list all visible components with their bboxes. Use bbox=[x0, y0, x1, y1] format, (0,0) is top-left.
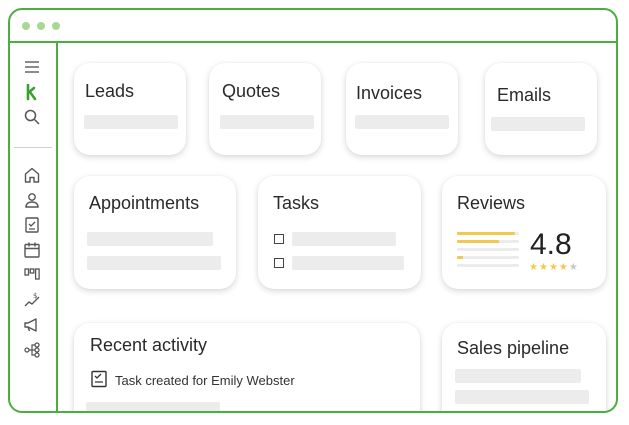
task-checkbox[interactable] bbox=[274, 258, 284, 268]
tasks-title: Tasks bbox=[273, 193, 320, 213]
star-icon: ★ bbox=[558, 262, 569, 273]
leads-card[interactable]: Leads bbox=[74, 63, 186, 155]
quotes-placeholder bbox=[220, 115, 314, 129]
star-icon: ★ bbox=[548, 262, 559, 273]
window-dot-maximize[interactable] bbox=[52, 22, 60, 30]
emails-title: Emails bbox=[497, 85, 552, 105]
search-icon[interactable] bbox=[22, 107, 42, 127]
appointments-title: Appointments bbox=[89, 193, 200, 213]
task-placeholder-1 bbox=[292, 232, 396, 246]
task-checkbox[interactable] bbox=[274, 234, 284, 244]
app-window: $ Leads Quotes Invoices Emails Appointme… bbox=[8, 8, 618, 413]
activity-placeholder bbox=[86, 402, 220, 411]
brand-logo-icon[interactable] bbox=[22, 82, 42, 102]
workflow-icon[interactable] bbox=[22, 340, 42, 360]
sidebar-divider bbox=[14, 147, 52, 148]
star-icon: ★ bbox=[529, 262, 539, 273]
recent-activity-title: Recent activity bbox=[90, 335, 208, 355]
appointments-placeholder-1 bbox=[87, 232, 213, 246]
rating-value: 4.8 bbox=[530, 228, 572, 261]
invoices-placeholder bbox=[355, 115, 449, 129]
tasks-card[interactable]: Tasks bbox=[258, 176, 421, 289]
recent-activity-card[interactable]: Recent activity Task created for Emily W… bbox=[74, 323, 420, 411]
sales-trend-icon[interactable]: $ bbox=[22, 290, 42, 310]
sidebar: $ bbox=[10, 43, 58, 411]
quotes-card[interactable]: Quotes bbox=[209, 63, 321, 155]
kanban-icon[interactable] bbox=[22, 265, 42, 285]
task-placeholder-2 bbox=[292, 256, 404, 270]
window-dot-close[interactable] bbox=[22, 22, 30, 30]
invoices-title: Invoices bbox=[356, 83, 423, 103]
quotes-title: Quotes bbox=[222, 81, 281, 101]
appointments-card[interactable]: Appointments bbox=[74, 176, 236, 289]
rating-distribution-bars bbox=[457, 232, 519, 267]
megaphone-icon[interactable] bbox=[22, 315, 42, 335]
task-clipboard-icon bbox=[90, 370, 108, 388]
pipeline-placeholder-2 bbox=[455, 390, 589, 404]
reviews-card[interactable]: Reviews 4.8 ★★★★★ bbox=[442, 176, 606, 289]
menu-icon[interactable] bbox=[22, 57, 42, 77]
svg-text:$: $ bbox=[33, 292, 37, 300]
leads-placeholder bbox=[84, 115, 178, 129]
calendar-icon[interactable] bbox=[22, 240, 42, 260]
sales-pipeline-title: Sales pipeline bbox=[457, 338, 570, 358]
sales-pipeline-card[interactable]: Sales pipeline bbox=[442, 323, 606, 411]
user-icon[interactable] bbox=[22, 190, 42, 210]
activity-item-text[interactable]: Task created for Emily Webster bbox=[115, 373, 295, 388]
title-bar bbox=[10, 10, 616, 43]
leads-title: Leads bbox=[85, 81, 135, 101]
invoices-card[interactable]: Invoices bbox=[346, 63, 458, 155]
appointments-placeholder-2 bbox=[87, 256, 221, 270]
home-icon[interactable] bbox=[22, 165, 42, 185]
star-icon: ★ bbox=[538, 262, 549, 273]
star-icon: ★ bbox=[568, 262, 579, 273]
star-rating: ★★★★★ bbox=[529, 262, 579, 273]
clipboard-icon[interactable] bbox=[22, 215, 42, 235]
window-dot-minimize[interactable] bbox=[37, 22, 45, 30]
emails-card[interactable]: Emails bbox=[485, 63, 597, 155]
dashboard-content: Leads Quotes Invoices Emails Appointment… bbox=[58, 43, 616, 411]
emails-placeholder bbox=[491, 117, 585, 131]
reviews-title: Reviews bbox=[457, 193, 526, 213]
pipeline-placeholder-1 bbox=[455, 369, 581, 383]
